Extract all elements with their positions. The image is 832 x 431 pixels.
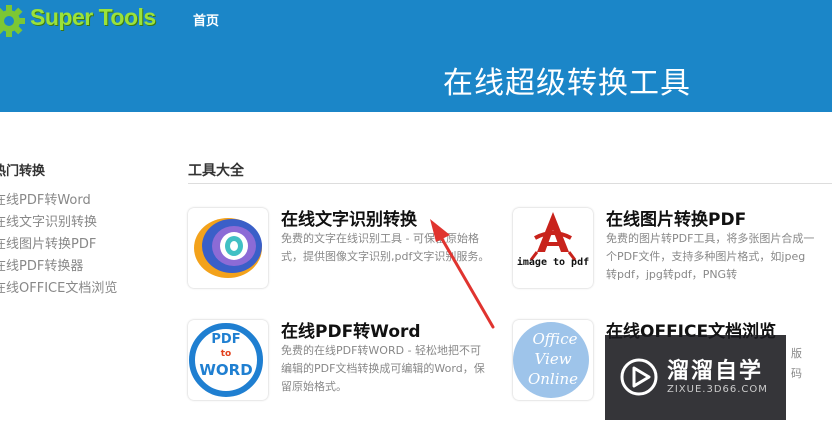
watermark-text: 溜溜自学 (667, 359, 764, 384)
play-logo-icon (620, 358, 658, 396)
watermark-overlay: 溜溜自学 ZIXUE.3D66.COM (605, 335, 786, 420)
watermark-subtext: ZIXUE.3D66.COM (667, 384, 768, 395)
